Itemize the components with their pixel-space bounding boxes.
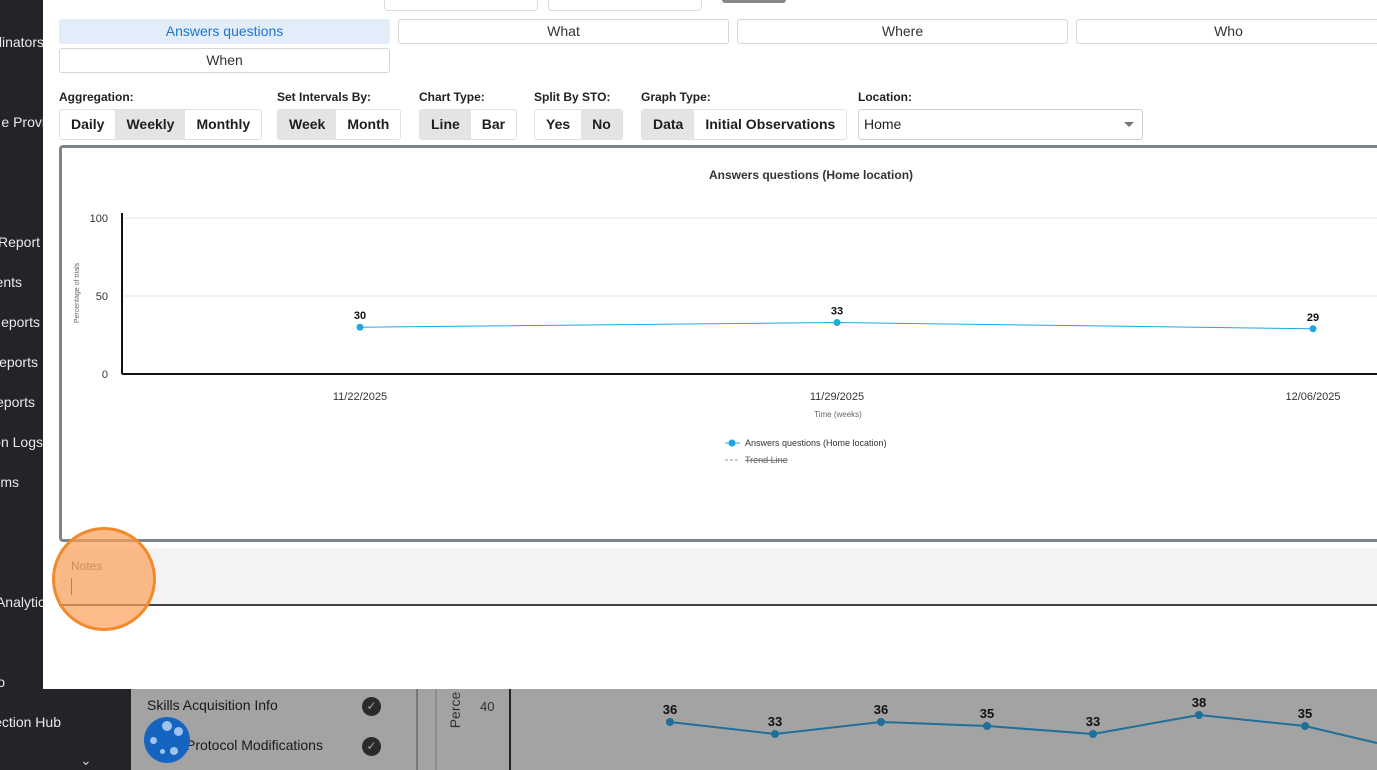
location-value: Home [864,116,902,132]
bg-data-point [1195,711,1203,719]
bg-y-tick: 40 [480,699,494,714]
graph-type-toggle: Data Initial Observations [641,109,848,140]
bg-y-label: Perce [447,692,463,729]
legend-series-marker [728,439,736,447]
y-axis-label: Percentage of trials [74,262,81,323]
chart-type-toggle: Line Bar [419,109,518,140]
notes-field[interactable]: Notes [59,548,1377,606]
tab-where[interactable]: Where [737,19,1068,44]
text-cursor [71,578,72,595]
caret-down-icon [1124,122,1134,127]
bg-data-point [983,722,991,730]
bg-data-point [877,718,885,726]
tab-who[interactable]: Who [1076,19,1377,44]
data-point [833,319,841,327]
location-label: Location: [858,90,912,104]
data-point [1309,325,1317,333]
sidebar-item: o [0,674,5,690]
graph-type-label: Graph Type: [641,90,711,104]
bg-data-label: 36 [874,702,888,717]
tab-when[interactable]: When [59,48,390,73]
bg-data-point [666,718,674,726]
x-tick-label: 11/29/2025 [810,391,864,403]
sidebar-item: dinators [0,34,44,50]
check-icon: ✓ [362,697,381,716]
y-tick-label: 50 [96,291,108,303]
aggregation-label: Aggregation: [59,90,134,104]
panel-row: Protocol Modifications [186,737,323,753]
legend-series-label[interactable]: Answers questions (Home location) [745,438,887,448]
bg-data-point [1089,730,1097,738]
aggregation-weekly-button[interactable]: Weekly [115,110,186,139]
chart-type-line-button[interactable]: Line [420,110,471,139]
chevron-down-icon: ⌄ [80,752,92,768]
y-tick-label: 100 [90,213,108,225]
notes-input[interactable] [59,548,1377,604]
chart-type-bar-button[interactable]: Bar [470,110,517,139]
sidebar-item: ents [0,274,22,290]
x-tick-label: 11/22/2025 [333,391,387,403]
sidebar-item: eports [1,314,40,330]
intervals-toggle: Week Month [277,109,402,140]
intervals-label: Set Intervals By: [277,90,372,104]
bg-data-point [771,730,779,738]
sidebar-item: on Logs [0,434,43,450]
sidebar-item: Report [0,234,40,250]
bg-data-label: 36 [663,702,677,717]
data-label: 33 [831,306,843,318]
chart-type-label: Chart Type: [419,90,485,104]
location-select[interactable]: Home [858,109,1143,140]
tab-what[interactable]: What [398,19,729,44]
x-tick-label: 12/06/2025 [1285,391,1340,403]
data-point [356,323,364,331]
sidebar-item: ms [0,474,19,490]
split-sto-yes-button[interactable]: Yes [535,110,582,139]
top-control[interactable] [548,0,702,11]
bg-data-label: 33 [1086,714,1100,729]
graph-modal: Answers questions What Where Who When Ag… [43,0,1377,689]
bg-data-point [1301,722,1309,730]
sidebar-item: e Provi [1,114,45,130]
bg-data-label: 33 [768,714,782,729]
sidebar-item: ection Hub [0,714,61,730]
top-control[interactable] [384,0,538,11]
chart-title: Answers questions (Home location) [709,168,913,182]
legend-trend-label[interactable]: Trend Line [745,455,788,465]
background-chart-svg: Perce 40 36 33 36 35 33 38 35 [416,688,1377,770]
split-sto-label: Split By STO: [534,90,611,104]
top-control[interactable] [722,0,786,3]
sidebar-item: Analytic [0,594,45,610]
data-label: 29 [1307,312,1319,324]
bg-data-label: 35 [980,706,994,721]
panel-row: Skills Acquisition Info [147,697,278,713]
data-label: 30 [354,310,366,322]
split-sto-no-button[interactable]: No [581,110,622,139]
x-axis-label: Time (weeks) [814,410,862,419]
graph-type-initial-observations-button[interactable]: Initial Observations [694,110,847,139]
interval-month-button[interactable]: Month [336,110,401,139]
aggregation-monthly-button[interactable]: Monthly [185,110,262,139]
background-chart: Perce 40 36 33 36 35 33 38 35 [403,688,1377,770]
check-icon: ✓ [362,737,381,756]
interval-week-button[interactable]: Week [278,110,337,139]
chart-container: Answers questions (Home location) Percen… [59,145,1377,542]
sidebar-item: eports [0,354,38,370]
y-tick-label: 0 [102,369,108,381]
line-chart: Answers questions (Home location) Percen… [74,168,1377,465]
bg-data-label: 35 [1298,706,1312,721]
graph-type-data-button[interactable]: Data [642,110,695,139]
tab-answers-questions[interactable]: Answers questions [59,19,390,44]
sidebar-item: eports [0,394,35,410]
split-sto-toggle: Yes No [534,109,623,140]
aggregation-daily-button[interactable]: Daily [60,110,116,139]
bg-data-label: 38 [1192,695,1206,710]
help-fab-button[interactable] [144,717,190,763]
aggregation-toggle: Daily Weekly Monthly [59,109,263,140]
